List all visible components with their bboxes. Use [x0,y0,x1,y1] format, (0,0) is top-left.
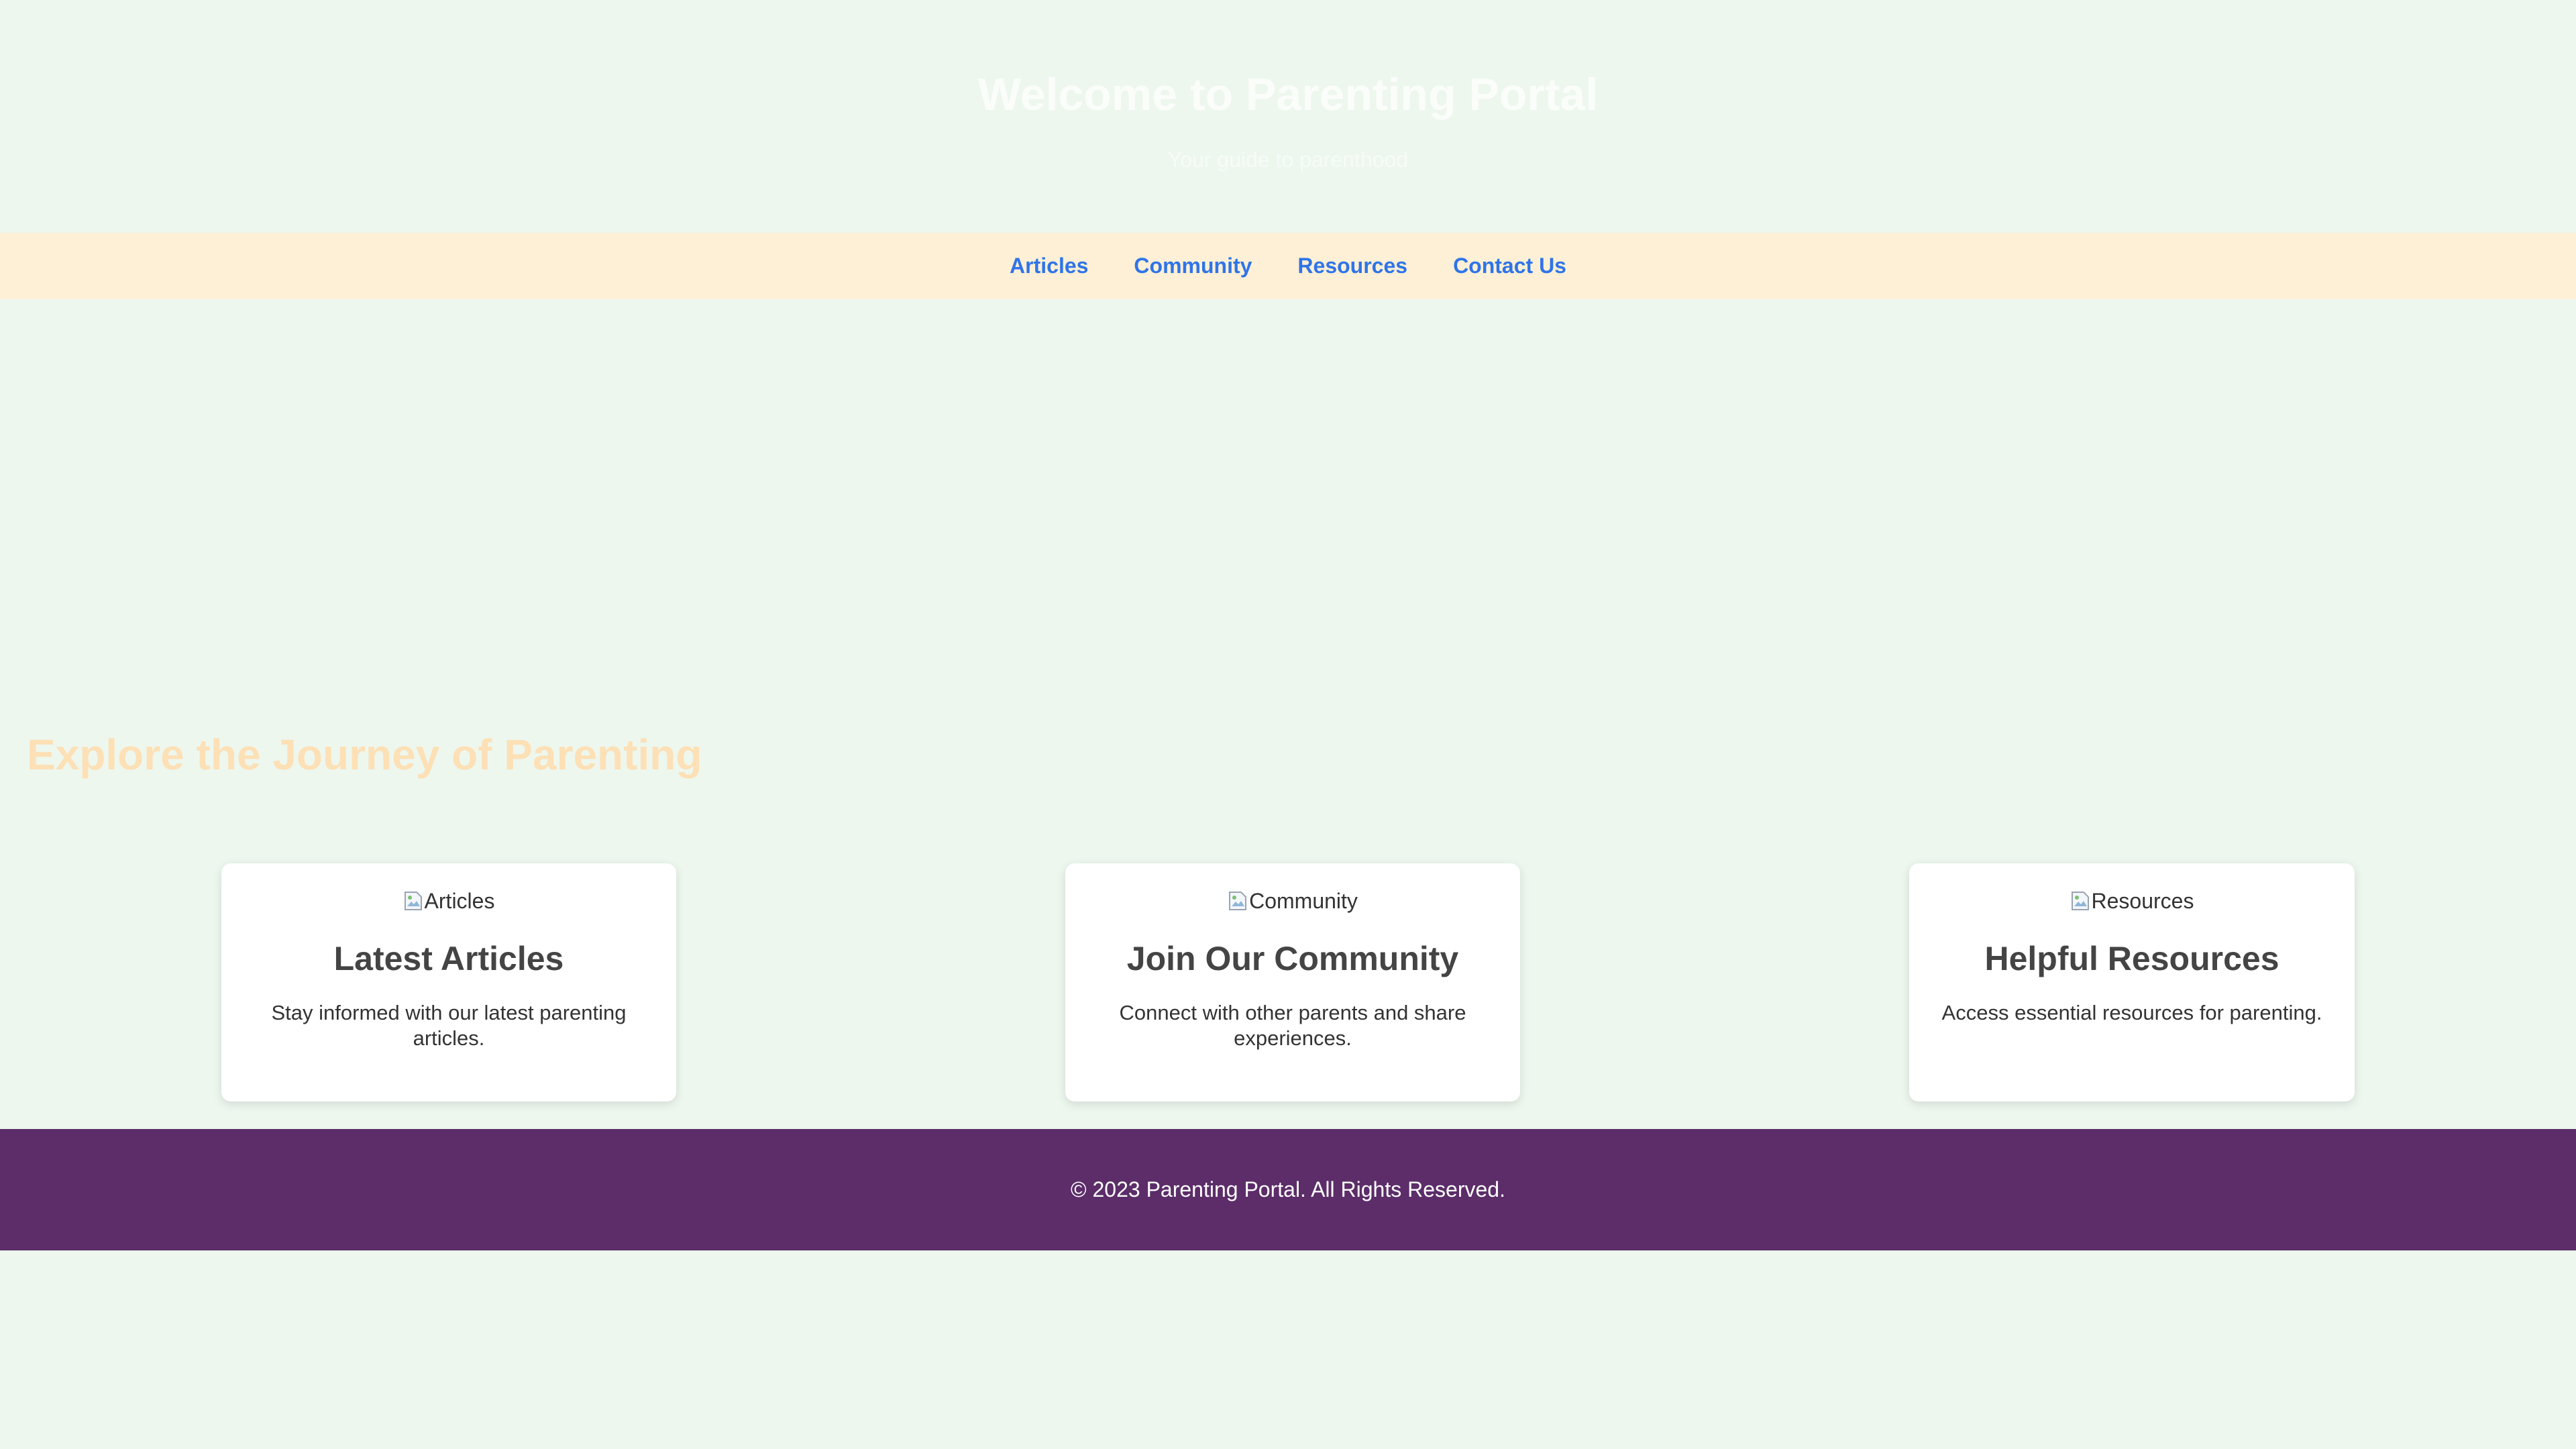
footer-copyright: © 2023 Parenting Portal. All Rights Rese… [1071,1177,1505,1201]
card-description: Connect with other parents and share exp… [1119,1001,1466,1050]
card-description: Access essential resources for parenting… [1941,1001,2322,1024]
broken-image-icon [1228,890,1248,912]
card-image-alt-text: Articles [424,889,495,913]
broken-image-icon [2070,890,2090,912]
card-image-resources: Resources [1909,886,2355,916]
card-description: Stay informed with our latest parenting … [271,1001,627,1050]
card-image-community: Community [1065,886,1520,916]
card-title: Join Our Community [1126,940,1459,977]
card-image-alt-text: Resources [2091,889,2194,913]
nav-link-resources[interactable]: Resources [1297,233,1407,299]
main-nav: Articles Community Resources Contact Us [0,233,2576,299]
site-subtitle: Your guide to parenthood [1167,148,1409,172]
card-resources: Resources Helpful Resources Access essen… [1909,863,2355,1102]
nav-link-contact-us[interactable]: Contact Us [1453,233,1566,299]
broken-image-icon [403,890,423,912]
nav-link-articles[interactable]: Articles [1010,233,1088,299]
site-title: Welcome to Parenting Portal [977,69,1599,120]
card-community: Community Join Our Community Connect wit… [1065,863,1520,1102]
section-title: Explore the Journey of Parenting [27,731,702,779]
card-title: Latest Articles [333,940,564,977]
site-footer: © 2023 Parenting Portal. All Rights Rese… [0,1129,2576,1250]
card-articles: Articles Latest Articles Stay informed w… [221,863,676,1102]
card-title: Helpful Resources [1984,940,2279,977]
card-image-alt-text: Community [1249,889,1358,913]
nav-link-community[interactable]: Community [1134,233,1252,299]
site-header: Welcome to Parenting Portal Your guide t… [0,0,2576,233]
card-image-articles: Articles [221,886,676,916]
